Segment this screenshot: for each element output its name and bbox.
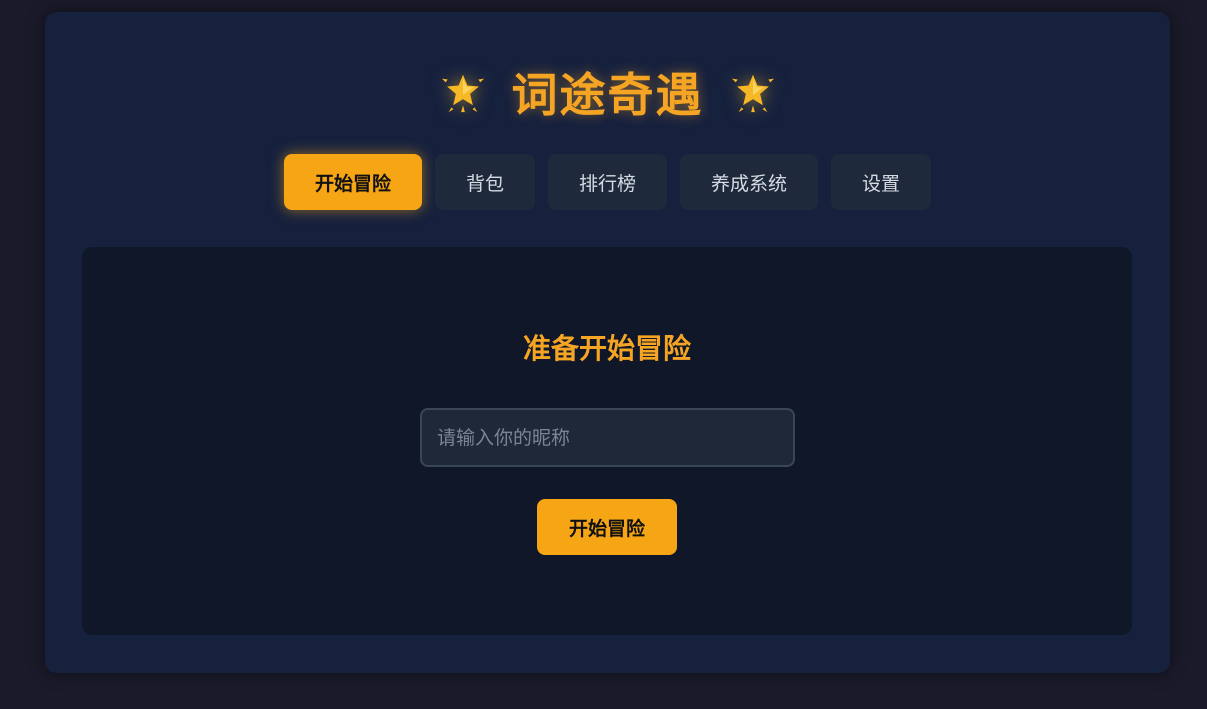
app-window: 词途奇遇 开始冒险 背包 排行榜 养成系统 设置 准备开始冒险 开始冒险 [45, 12, 1170, 673]
start-adventure-button[interactable]: 开始冒险 [537, 499, 677, 555]
main-tab-bar: 开始冒险 背包 排行榜 养成系统 设置 [45, 154, 1170, 210]
glowing-star-icon [440, 69, 486, 115]
panel-heading: 准备开始冒险 [522, 332, 691, 365]
tab-backpack[interactable]: 背包 [434, 154, 535, 210]
tab-leaderboard[interactable]: 排行榜 [547, 154, 667, 210]
app-title: 词途奇遇 [511, 68, 704, 122]
app-header: 词途奇遇 [45, 62, 1170, 122]
tab-start-adventure[interactable]: 开始冒险 [283, 154, 422, 210]
tab-settings[interactable]: 设置 [831, 154, 932, 210]
tab-growth-system[interactable]: 养成系统 [680, 154, 819, 210]
nickname-input[interactable] [420, 408, 795, 467]
glowing-star-icon [730, 69, 776, 115]
start-adventure-panel: 准备开始冒险 开始冒险 [82, 247, 1132, 635]
